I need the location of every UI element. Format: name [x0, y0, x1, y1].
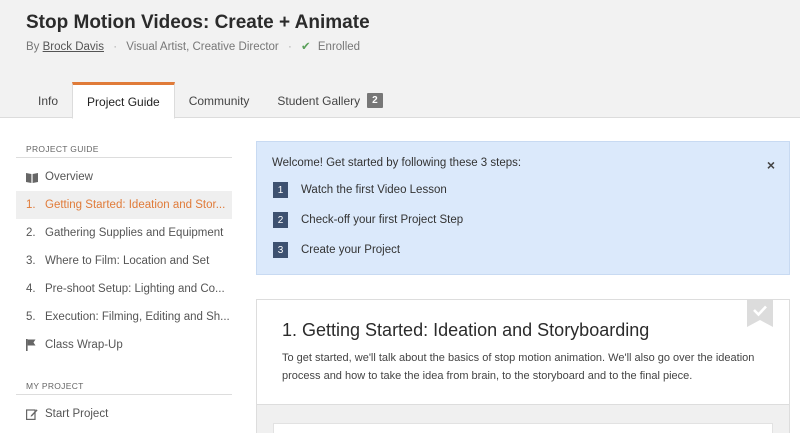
by-label: By [26, 41, 40, 53]
sidebar-item-label: Execution: Filming, Editing and Sh... [45, 311, 230, 323]
my-project-heading: MY PROJECT [16, 377, 232, 395]
author-role: Visual Artist, Creative Director [126, 41, 279, 53]
check-icon: ✔ [301, 41, 311, 53]
step-number-badge: 1 [273, 182, 288, 198]
step-number: 5. [26, 311, 36, 323]
sidebar-heading: PROJECT GUIDE [16, 140, 232, 158]
step-number-badge: 2 [273, 212, 288, 228]
tab-student-gallery[interactable]: Student Gallery 2 [263, 82, 396, 119]
author-link[interactable]: Brock Davis [43, 41, 104, 53]
welcome-step-label: Watch the first Video Lesson [301, 184, 447, 196]
sidebar-item-step-5[interactable]: 5. Execution: Filming, Editing and Sh... [16, 303, 232, 331]
flag-icon [26, 339, 45, 351]
course-title: Stop Motion Videos: Create + Animate [26, 12, 370, 33]
tab-info[interactable]: Info [24, 82, 72, 119]
course-byline: By Brock Davis · Visual Artist, Creative… [26, 39, 360, 53]
bookmark-check-icon[interactable] [747, 299, 773, 327]
welcome-title: Welcome! Get started by following these … [272, 157, 522, 169]
sidebar-item-label: Pre-shoot Setup: Lighting and Co... [45, 283, 225, 295]
tab-community[interactable]: Community [175, 82, 264, 119]
lesson-video-area [257, 404, 789, 433]
tab-label: Student Gallery [277, 93, 361, 108]
welcome-panel: Welcome! Get started by following these … [256, 141, 790, 275]
sidebar-item-label: Gathering Supplies and Equipment [45, 227, 224, 239]
step-number: 3. [26, 255, 36, 267]
lesson-title: 1. Getting Started: Ideation and Storybo… [282, 320, 650, 340]
tab-label: Info [38, 93, 59, 108]
video-container [273, 423, 773, 433]
tab-label: Project Guide [87, 94, 160, 109]
welcome-step-3: 3 Create your Project [273, 242, 400, 258]
step-number: 1. [26, 199, 36, 211]
project-guide-sidebar: PROJECT GUIDE Overview 1. Getting Starte… [16, 140, 232, 428]
separator-dot: · [113, 41, 118, 53]
edit-icon [26, 408, 45, 420]
sidebar-item-step-1[interactable]: 1. Getting Started: Ideation and Stor... [16, 191, 232, 219]
sidebar-item-label: Start Project [45, 408, 109, 420]
welcome-step-label: Create your Project [301, 244, 401, 256]
close-icon[interactable]: × [767, 158, 775, 172]
sidebar-item-start-project[interactable]: Start Project [16, 400, 232, 428]
sidebar-item-step-2[interactable]: 2. Gathering Supplies and Equipment [16, 219, 232, 247]
sidebar-item-label: Overview [45, 171, 93, 183]
sidebar-item-overview[interactable]: Overview [16, 163, 232, 191]
sidebar-item-step-4[interactable]: 4. Pre-shoot Setup: Lighting and Co... [16, 275, 232, 303]
course-header: Stop Motion Videos: Create + Animate By … [0, 0, 800, 119]
step-number-badge: 3 [273, 242, 288, 258]
separator-dot: · [287, 41, 292, 53]
welcome-step-2: 2 Check-off your first Project Step [273, 212, 463, 228]
book-icon [26, 172, 45, 183]
sidebar-item-step-3[interactable]: 3. Where to Film: Location and Set [16, 247, 232, 275]
sidebar-item-label: Getting Started: Ideation and Stor... [45, 199, 226, 211]
welcome-step-1: 1 Watch the first Video Lesson [273, 182, 447, 198]
welcome-step-label: Check-off your first Project Step [301, 214, 464, 226]
lesson-description: To get started, we'll talk about the bas… [282, 352, 755, 382]
gallery-count-badge: 2 [367, 93, 383, 108]
enrollment-status: Enrolled [317, 41, 361, 53]
course-tabs: Info Project Guide Community Student Gal… [24, 82, 397, 119]
lesson-card: 1. Getting Started: Ideation and Storybo… [256, 299, 790, 433]
tab-label: Community [188, 93, 250, 108]
step-number: 4. [26, 283, 36, 295]
step-number: 2. [26, 227, 36, 239]
tab-project-guide[interactable]: Project Guide [72, 82, 175, 119]
sidebar-item-label: Where to Film: Location and Set [45, 255, 210, 267]
sidebar-item-class-wrap-up[interactable]: Class Wrap-Up [16, 331, 232, 359]
sidebar-item-label: Class Wrap-Up [45, 339, 123, 351]
